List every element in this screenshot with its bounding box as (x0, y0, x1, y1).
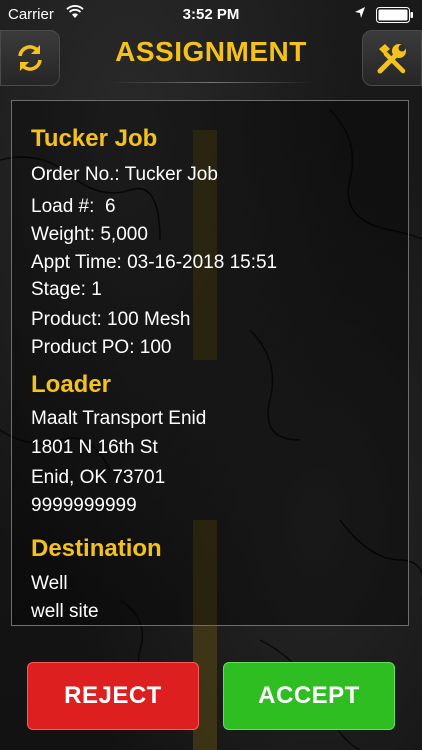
loader-address: 1801 N 16th St (31, 437, 158, 458)
loader-name: Maalt Transport Enid (31, 408, 207, 429)
product-po: Product PO: 100 (31, 337, 172, 358)
order-number: Order No.: Tucker Job (31, 164, 218, 185)
assignment-details-panel[interactable]: Tucker Job Order No.: Tucker Job Load #:… (11, 100, 409, 626)
loader-phone: 9999999999 (31, 495, 137, 516)
status-bar: Carrier 3:52 PM (0, 0, 422, 30)
loader-heading: Loader (31, 371, 112, 398)
stage: Stage: 1 (31, 279, 102, 300)
job-heading: Tucker Job (31, 125, 158, 152)
title-divider (110, 82, 312, 83)
appointment-time: Appt Time: 03-16-2018 15:51 (31, 252, 278, 273)
destination-site: well site (31, 601, 99, 622)
tools-button[interactable] (362, 30, 422, 86)
load-number: Load #: 6 (31, 196, 116, 217)
destination-heading: Destination (31, 535, 162, 562)
tools-icon (377, 44, 406, 74)
accept-button[interactable]: ACCEPT (223, 662, 395, 730)
destination-name: Well (31, 573, 68, 594)
reject-button[interactable]: REJECT (27, 662, 199, 730)
weight: Weight: 5,000 (31, 224, 148, 245)
location-arrow-icon (355, 7, 365, 18)
page-title: ASSIGNMENT (115, 36, 307, 67)
loader-city: Enid, OK 73701 (31, 467, 166, 488)
battery-icon (376, 7, 413, 23)
product: Product: 100 Mesh (31, 309, 191, 330)
